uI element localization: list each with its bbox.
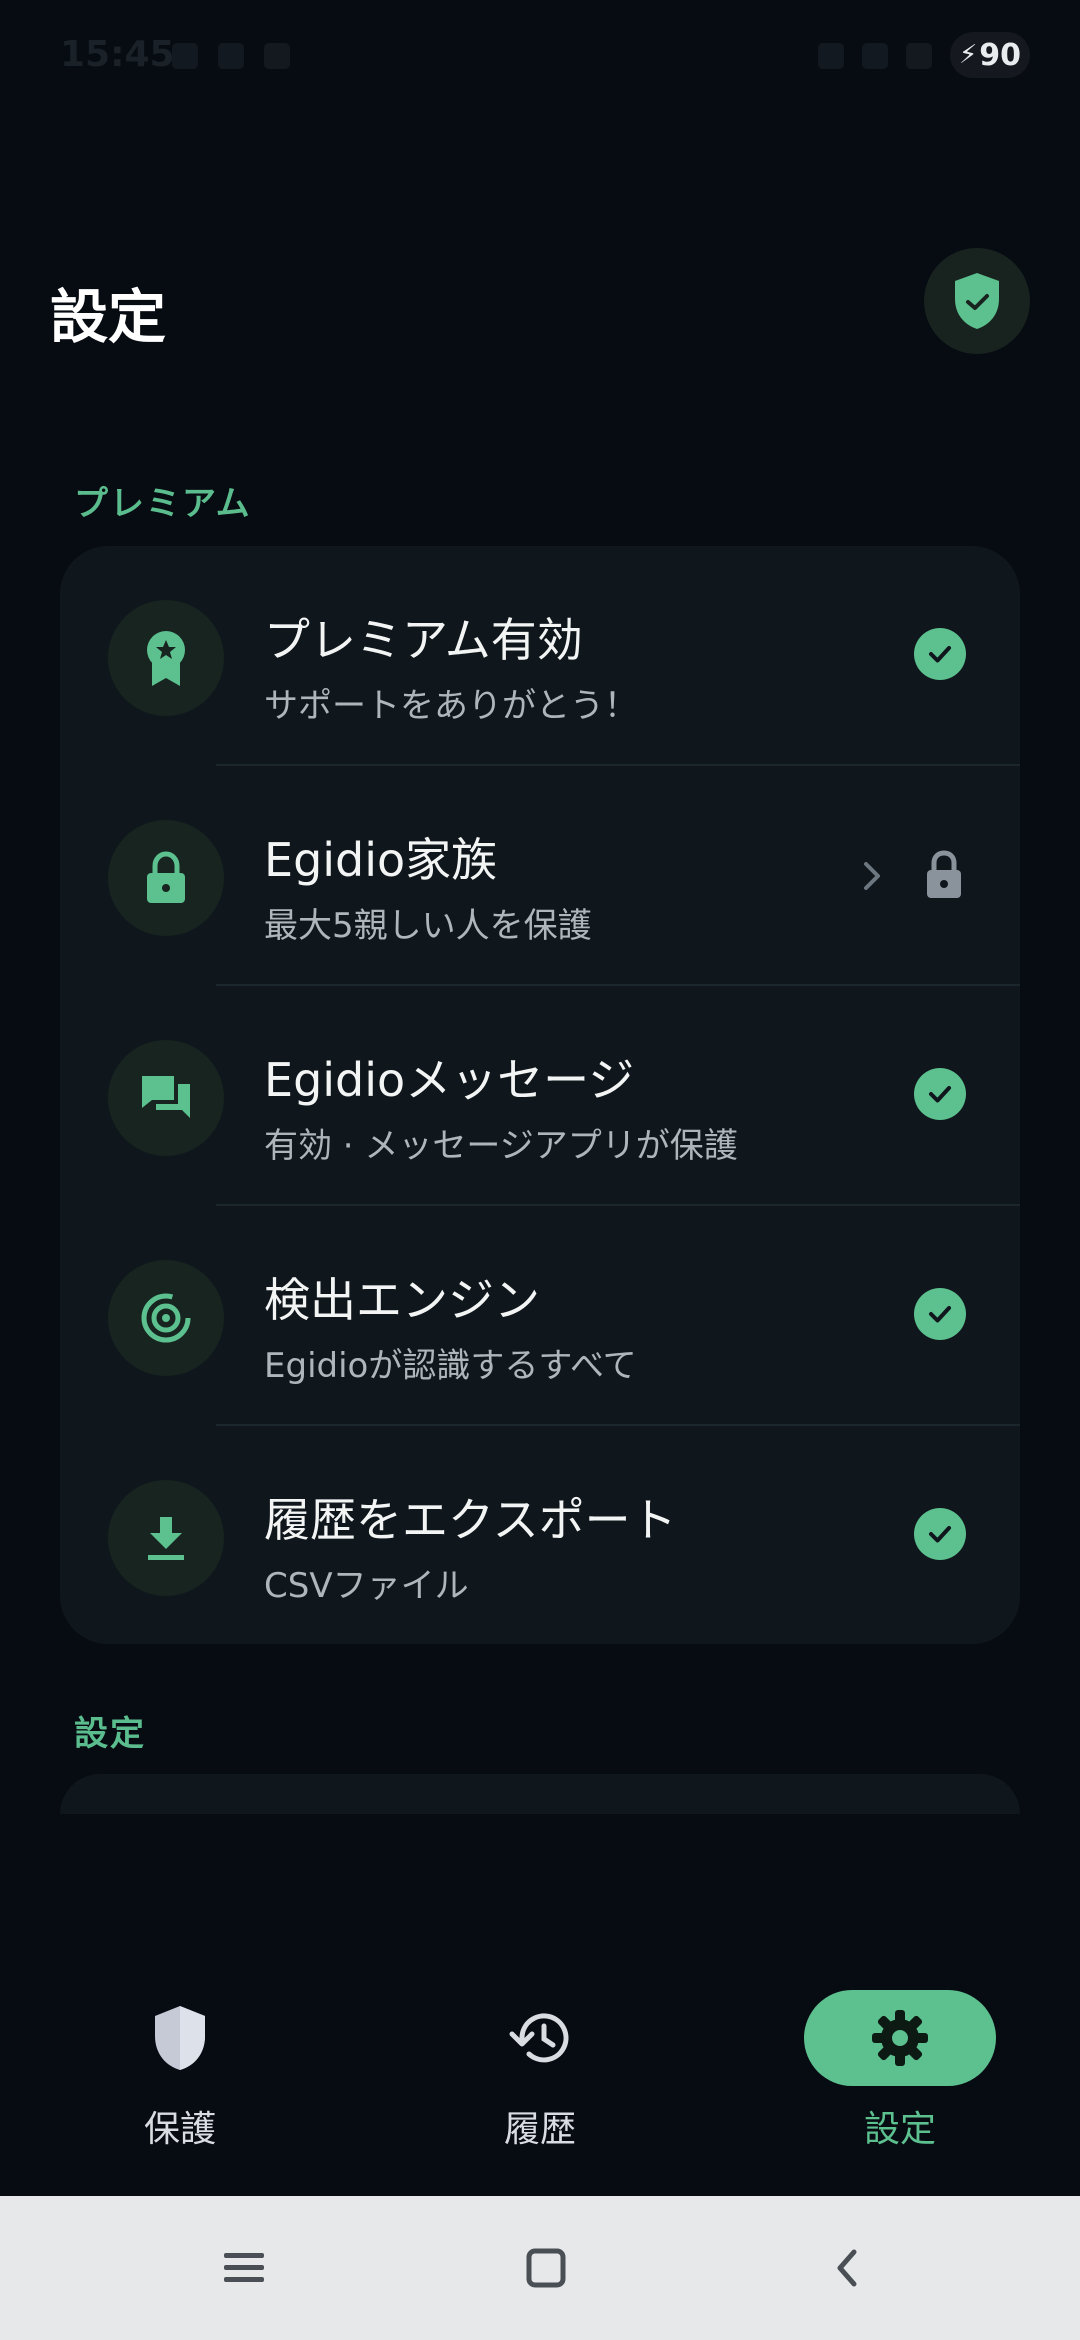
shield-status-button[interactable] <box>924 248 1030 354</box>
nav-label: 設定 <box>863 2109 936 2150</box>
charging-bolt-icon: ⚡ <box>958 40 978 70</box>
lock-icon <box>108 820 224 936</box>
status-time: 15:45 <box>60 34 175 75</box>
check-icon <box>914 628 966 680</box>
no-sim-icon <box>862 43 888 69</box>
row-title: 検出エンジン <box>264 1273 540 1327</box>
home-button[interactable] <box>510 2232 582 2304</box>
premium-card: プレミアム有効 サポートをありがとう！ Egidio家族 最大5親しい人を保護 <box>60 546 1020 1644</box>
usb-icon <box>264 43 290 69</box>
radar-icon <box>108 1260 224 1376</box>
home-square-icon <box>526 2248 566 2288</box>
system-nav-bar <box>0 2196 1080 2340</box>
row-subtitle: サポートをありがとう！ <box>264 686 638 726</box>
list-item-premium-active[interactable]: プレミアム有効 サポートをありがとう！ <box>60 546 1020 766</box>
row-subtitle: Egidioが認識するすべて <box>264 1346 637 1386</box>
download-icon <box>108 1480 224 1596</box>
locked-icon <box>927 850 961 898</box>
row-title: Egidio家族 <box>264 833 498 887</box>
page-title: 設定 <box>50 283 167 351</box>
row-subtitle: CSVファイル <box>264 1566 469 1606</box>
medal-star-icon <box>108 600 224 716</box>
list-item-egidio-family[interactable]: Egidio家族 最大5親しい人を保護 <box>60 766 1020 986</box>
nav-item-settings[interactable]: 設定 <box>720 1960 1080 2196</box>
nav-item-protection[interactable]: 保護 <box>0 1960 360 2196</box>
history-icon <box>444 1990 636 2086</box>
recent-apps-button[interactable] <box>208 2232 280 2304</box>
status-bar: 15:45 ⚡ 90 <box>0 0 1080 110</box>
signal-icon <box>906 43 932 69</box>
back-button[interactable] <box>812 2232 884 2304</box>
nav-label: 履歴 <box>503 2109 576 2150</box>
row-subtitle: 最大5親しい人を保護 <box>264 906 592 946</box>
shield-status-icon <box>218 43 244 69</box>
battery-indicator: ⚡ 90 <box>950 32 1030 78</box>
list-item-detection-engine[interactable]: 検出エンジン Egidioが認識するすべて <box>60 1206 1020 1426</box>
chat-bubbles-icon <box>108 1040 224 1156</box>
row-subtitle: 有効 · メッセージアプリが保護 <box>264 1126 738 1166</box>
row-title: Egidioメッセージ <box>264 1053 635 1107</box>
settings-card <box>60 1774 1020 1814</box>
row-title: プレミアム有効 <box>264 613 583 667</box>
nav-label: 保護 <box>143 2109 216 2150</box>
nav-item-history[interactable]: 履歴 <box>360 1960 720 2196</box>
battery-level: 90 <box>979 37 1021 73</box>
chevron-right-icon <box>864 862 880 890</box>
list-item-export-history[interactable]: 履歴をエクスポート CSVファイル <box>60 1426 1020 1644</box>
system-status-icons <box>818 36 958 76</box>
hotspot-icon <box>818 43 844 69</box>
check-icon <box>914 1068 966 1120</box>
menu-lines-icon <box>224 2253 264 2282</box>
gear-icon <box>804 1990 996 2086</box>
check-icon <box>914 1508 966 1560</box>
shield-icon <box>84 1990 276 2086</box>
notification-icons <box>172 36 352 76</box>
screenshot-icon <box>172 43 198 69</box>
back-chevron-icon <box>837 2249 857 2287</box>
section-label-premium: プレミアム <box>74 484 252 524</box>
row-title: 履歴をエクスポート <box>264 1493 677 1547</box>
bottom-nav: 保護 履歴 設定 <box>0 1960 1080 2196</box>
section-label-settings: 設定 <box>74 1714 146 1754</box>
list-item-egidio-messages[interactable]: Egidioメッセージ 有効 · メッセージアプリが保護 <box>60 986 1020 1206</box>
shield-check-icon <box>955 273 999 329</box>
check-icon <box>914 1288 966 1340</box>
